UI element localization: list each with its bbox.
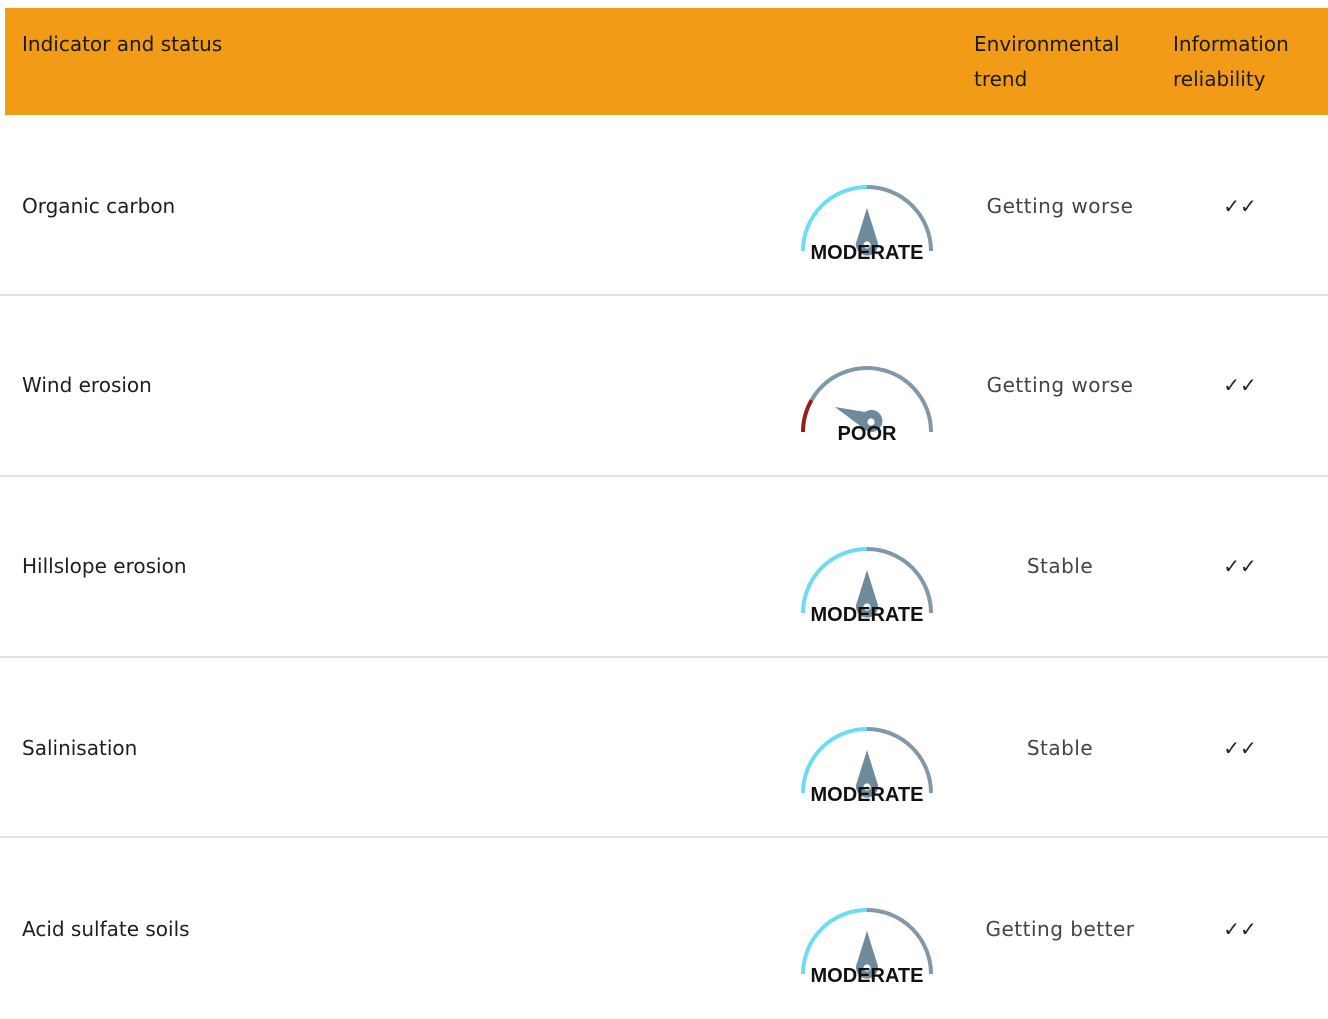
indicator-name: Wind erosion — [22, 373, 152, 397]
indicator-name: Organic carbon — [22, 194, 176, 218]
table-row: Acid sulfate soils MODERATE Getting bett… — [0, 839, 1328, 1019]
header-environmental-trend: Environmental trend — [974, 32, 1120, 91]
table-header: Indicator and status Environmental trend… — [5, 8, 1328, 115]
status-label: MODERATE — [810, 242, 924, 264]
indicator-name: Hillslope erosion — [22, 554, 187, 578]
indicator-table: Indicator and status Environmental trend… — [0, 0, 1328, 991]
status-label: MODERATE — [810, 784, 924, 806]
trend-value: Stable — [1026, 736, 1094, 760]
reliability-checkmarks: ✓✓ — [1223, 373, 1257, 397]
trend-value: Stable — [1026, 554, 1094, 578]
table-row: Organic carbon MODERATE Getting worse ✓✓ — [0, 116, 1328, 296]
reliability-checkmarks: ✓✓ — [1223, 917, 1257, 941]
trend-value: Getting worse — [986, 373, 1134, 397]
status-label: MODERATE — [810, 604, 924, 626]
reliability-checkmarks: ✓✓ — [1223, 554, 1257, 578]
reliability-checkmarks: ✓✓ — [1223, 736, 1257, 760]
trend-value: Getting better — [985, 917, 1135, 941]
header-indicator-status: Indicator and status — [22, 32, 223, 56]
header-information-reliability: Information reliability — [1173, 32, 1289, 91]
status-label: MODERATE — [810, 965, 924, 987]
indicator-name: Salinisation — [22, 736, 138, 760]
table-row: Wind erosion POOR Getting worse ✓✓ — [0, 297, 1328, 477]
indicator-name: Acid sulfate soils — [22, 917, 190, 941]
table-row: Hillslope erosion MODERATE Stable ✓✓ — [0, 478, 1328, 658]
table-row: Salinisation MODERATE Stable ✓✓ — [0, 658, 1328, 838]
status-label: POOR — [837, 423, 897, 445]
top-border — [0, 0, 1328, 8]
trend-value: Getting worse — [986, 194, 1134, 218]
reliability-checkmarks: ✓✓ — [1223, 194, 1257, 218]
